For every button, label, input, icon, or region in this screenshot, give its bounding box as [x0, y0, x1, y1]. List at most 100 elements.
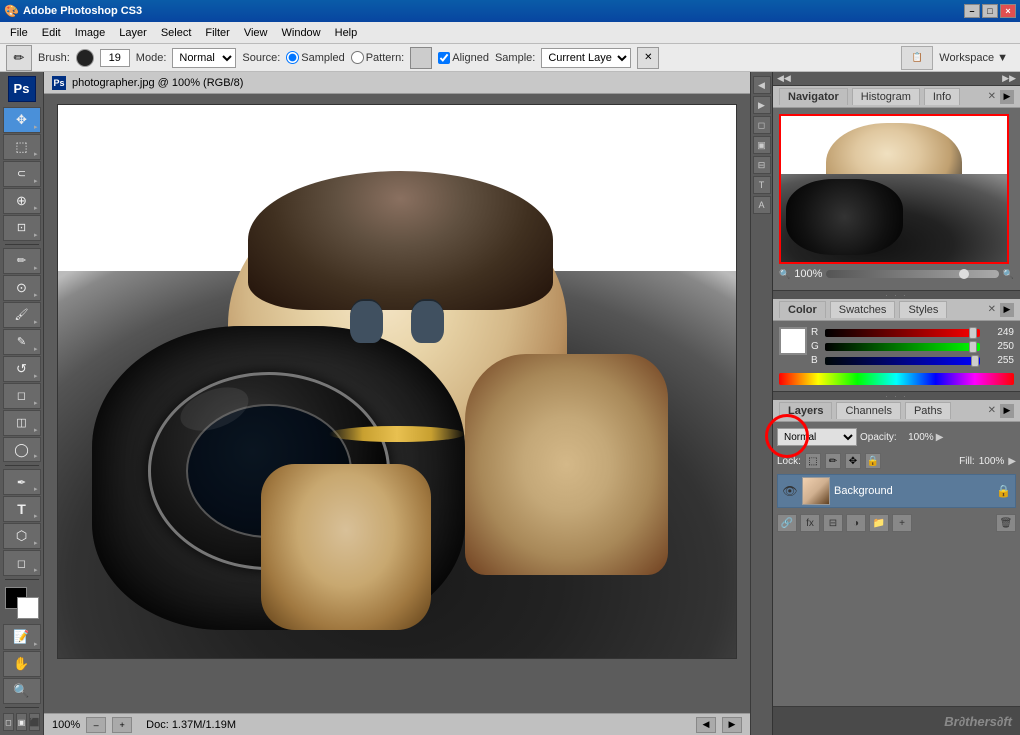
layer-row-background[interactable]: 👁 Background 🔒	[777, 474, 1016, 508]
fill-arrow[interactable]: ▶	[1008, 456, 1016, 467]
tool-hand[interactable]: ✋	[3, 651, 41, 677]
panel-toggle-btn-2[interactable]: ▶	[753, 96, 771, 114]
panel-btn-1[interactable]: ◻	[753, 116, 771, 134]
b-slider[interactable]	[825, 357, 980, 365]
tab-color[interactable]: Color	[779, 301, 826, 318]
tab-info[interactable]: Info	[924, 88, 960, 105]
panel-btn-2[interactable]: ▣	[753, 136, 771, 154]
layers-close-btn[interactable]: ✕	[988, 405, 996, 416]
tool-crop[interactable]: ⊡▸	[3, 215, 41, 241]
resize-handle-1[interactable]: · · ·	[773, 291, 1020, 299]
screen-mode-normal[interactable]: ◻	[3, 713, 14, 731]
tab-paths[interactable]: Paths	[905, 402, 951, 419]
new-group-btn[interactable]: 📁	[869, 514, 889, 532]
color-spectrum-bar[interactable]	[779, 373, 1014, 385]
zoom-in-btn[interactable]: +	[112, 717, 132, 733]
tool-text[interactable]: T▸	[3, 496, 41, 522]
minimize-button[interactable]: –	[964, 4, 980, 18]
navigator-options-btn[interactable]: ▶	[1000, 90, 1014, 104]
lock-pixels-btn[interactable]: ✏	[825, 453, 841, 469]
tool-move[interactable]: ✥▸	[3, 107, 41, 133]
pattern-radio[interactable]	[351, 51, 364, 64]
zoom-out-btn[interactable]: –	[86, 717, 106, 733]
color-options-btn[interactable]: ▶	[1000, 303, 1014, 317]
opacity-arrow[interactable]: ▶	[936, 432, 944, 443]
tab-styles[interactable]: Styles	[899, 301, 947, 318]
sampled-radio[interactable]	[286, 51, 299, 64]
resize-handle-2[interactable]: · · ·	[773, 392, 1020, 400]
zoom-slider[interactable]	[826, 270, 998, 278]
tool-pen[interactable]: ✒▸	[3, 469, 41, 495]
panel-btn-5[interactable]: A	[753, 196, 771, 214]
panel-btn-4[interactable]: T	[753, 176, 771, 194]
aligned-checkbox[interactable]	[438, 52, 450, 64]
navigator-close-btn[interactable]: ✕	[988, 91, 996, 102]
new-layer-btn[interactable]: +	[892, 514, 912, 532]
tool-eraser[interactable]: ◻▸	[3, 383, 41, 409]
menu-view[interactable]: View	[238, 25, 274, 41]
scroll-right-btn[interactable]: ▶	[722, 717, 742, 733]
delete-layer-btn[interactable]: 🗑	[996, 514, 1016, 532]
tool-lasso[interactable]: ⊂▸	[3, 161, 41, 187]
scroll-left-btn[interactable]: ◀	[696, 717, 716, 733]
g-slider[interactable]	[825, 343, 980, 351]
link-layers-btn[interactable]: 🔗	[777, 514, 797, 532]
lock-all-btn[interactable]: 🔒	[865, 453, 881, 469]
panels-collapse-right[interactable]: ▶▶	[1002, 73, 1016, 84]
lock-transparent-btn[interactable]: ⬚	[805, 453, 821, 469]
panel-toggle-btn-1[interactable]: ◀	[753, 76, 771, 94]
tool-notes[interactable]: 📝▸	[3, 624, 41, 650]
tool-shape[interactable]: ◻▸	[3, 550, 41, 576]
mode-select[interactable]: Normal Multiply Screen	[172, 48, 236, 68]
menu-help[interactable]: Help	[329, 25, 364, 41]
new-fill-adj-btn[interactable]: ◑	[846, 514, 866, 532]
layer-mask-btn[interactable]: ⊟	[823, 514, 843, 532]
background-color[interactable]	[17, 597, 39, 619]
tab-histogram[interactable]: Histogram	[852, 88, 920, 105]
layers-blend-mode-select[interactable]: Normal Multiply	[777, 428, 857, 446]
close-button[interactable]: ×	[1000, 4, 1016, 18]
sample-select[interactable]: Current Layer All Layers	[541, 48, 631, 68]
tab-layers[interactable]: Layers	[779, 402, 832, 419]
tool-quick-select[interactable]: ⊕▸	[3, 188, 41, 214]
maximize-button[interactable]: □	[982, 4, 998, 18]
tool-spot-heal[interactable]: ⊙▸	[3, 275, 41, 301]
workspace-icon[interactable]: 📋	[901, 46, 933, 70]
tool-eyedropper[interactable]: ✏▸	[3, 248, 41, 274]
lock-position-btn[interactable]: ✥	[845, 453, 861, 469]
layer-visibility-toggle[interactable]: 👁	[782, 483, 798, 499]
menu-select[interactable]: Select	[155, 25, 198, 41]
menu-image[interactable]: Image	[69, 25, 112, 41]
tool-path-select[interactable]: ⬡▸	[3, 523, 41, 549]
r-slider[interactable]	[825, 329, 980, 337]
tool-zoom[interactable]: 🔍	[3, 678, 41, 704]
panels-collapse-left[interactable]: ◀◀	[777, 73, 791, 84]
color-close-btn[interactable]: ✕	[988, 304, 996, 315]
panel-btn-3[interactable]: ⊟	[753, 156, 771, 174]
pattern-swatch[interactable]	[410, 47, 432, 69]
cancel-sample-btn[interactable]: ✕	[637, 47, 659, 69]
tool-gradient[interactable]: ◫▸	[3, 410, 41, 436]
tab-navigator[interactable]: Navigator	[779, 88, 848, 105]
menu-file[interactable]: File	[4, 25, 34, 41]
tab-swatches[interactable]: Swatches	[830, 301, 896, 318]
tool-brush[interactable]: 🖌▸	[3, 302, 41, 328]
tool-marquee[interactable]: ⬚▸	[3, 134, 41, 160]
tool-dodge[interactable]: ◯▸	[3, 437, 41, 463]
brush-preview[interactable]	[76, 49, 94, 67]
tab-channels[interactable]: Channels	[836, 402, 900, 419]
tool-history[interactable]: ↺▸	[3, 356, 41, 382]
screen-mode-full-menu[interactable]: ▣	[16, 713, 27, 731]
menu-edit[interactable]: Edit	[36, 25, 67, 41]
color-foreground-box[interactable]	[779, 327, 807, 355]
menu-window[interactable]: Window	[276, 25, 327, 41]
workspace-button[interactable]: Navigator Workspace ▼	[933, 50, 1014, 66]
menu-layer[interactable]: Layer	[113, 25, 153, 41]
layer-styles-btn[interactable]: fx	[800, 514, 820, 532]
brush-size-input[interactable]: 19	[100, 49, 130, 67]
screen-mode-full[interactable]: ⬛	[29, 713, 40, 731]
fill-label: Fill:	[959, 456, 975, 467]
layers-options-btn[interactable]: ▶	[1000, 404, 1014, 418]
menu-filter[interactable]: Filter	[199, 25, 235, 41]
tool-clone[interactable]: ✎▸	[3, 329, 41, 355]
